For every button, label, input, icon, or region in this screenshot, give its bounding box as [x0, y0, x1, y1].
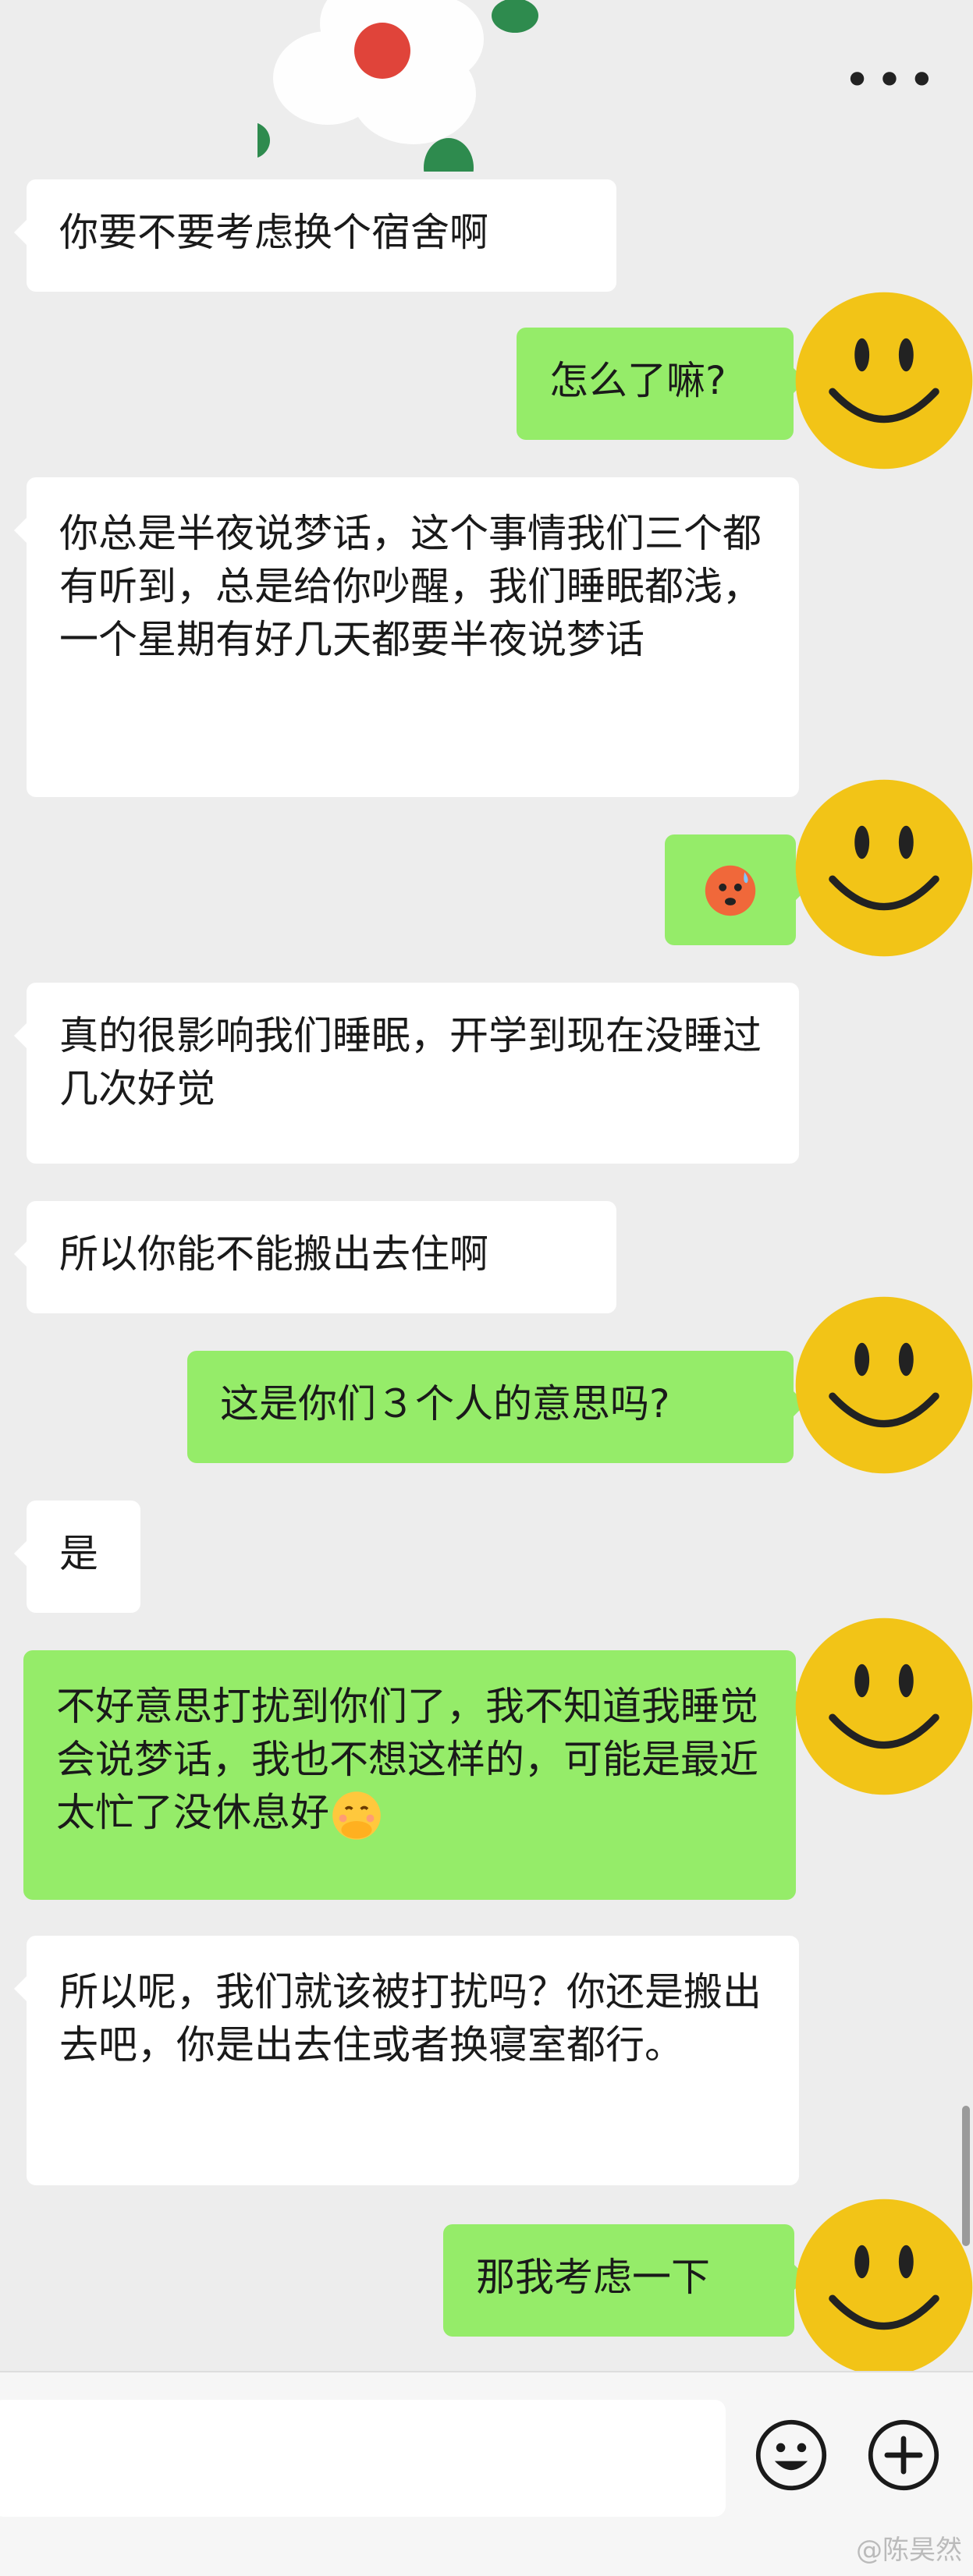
- message-sent-emoji: [665, 834, 808, 945]
- more-options-icon[interactable]: •••: [843, 53, 940, 108]
- smiley-icon[interactable]: [754, 2418, 829, 2493]
- smiley-avatar-icon[interactable]: [792, 1293, 973, 1477]
- message-sent: 不好意思打扰到你们了，我不知道我睡觉会说梦话，我也不想这样的，可能是最近太忙了没…: [23, 1650, 808, 1900]
- message-text: 你要不要考虑换个宿舍啊: [59, 210, 488, 255]
- message-input[interactable]: [0, 2400, 726, 2517]
- message-received: 你要不要考虑换个宿舍啊: [14, 179, 616, 292]
- message-received: 所以呢，我们就该被打扰吗？你还是搬出去吧，你是出去住或者换寝室都行。: [14, 1936, 799, 2185]
- message-text: 不好意思打扰到你们了，我不知道我睡觉会说梦话，我也不想这样的，可能是最近太忙了没…: [56, 1684, 758, 1835]
- message-text: 所以你能不能搬出去住啊: [59, 1231, 488, 1277]
- message-text: 这是你们３个人的意思吗?: [220, 1381, 670, 1426]
- message-received: 所以你能不能搬出去住啊: [14, 1201, 616, 1313]
- message-sent: 那我考虑一下: [443, 2224, 807, 2337]
- smiley-avatar-icon[interactable]: [792, 2195, 973, 2379]
- message-text: 怎么了嘛?: [549, 358, 726, 403]
- smiley-avatar-icon[interactable]: [792, 289, 973, 473]
- smiley-avatar-icon[interactable]: [792, 1614, 973, 1798]
- message-text: 你总是半夜说梦话，这个事情我们三个都有听到，总是给你吵醒，我们睡眠都浅，一个星期…: [59, 511, 762, 662]
- message-received: 真的很影响我们睡眠，开学到现在没睡过几次好觉: [14, 983, 799, 1164]
- flower-decoration: [257, 0, 538, 172]
- message-text: 真的很影响我们睡眠，开学到现在没睡过几次好觉: [59, 1013, 762, 1111]
- anxious-sweat-face-emoji: [705, 865, 756, 916]
- message-received: 你总是半夜说梦话，这个事情我们三个都有听到，总是给你吵醒，我们睡眠都浅，一个星期…: [14, 477, 799, 797]
- message-text: 所以呢，我们就该被打扰吗？你还是搬出去吧，你是出去住或者换寝室都行。: [59, 1969, 762, 2068]
- message-received: 是: [14, 1501, 140, 1613]
- plus-circle-icon[interactable]: [866, 2418, 941, 2493]
- hand-over-mouth-emoji: [332, 1791, 381, 1840]
- input-bar: @陈昊然: [0, 2371, 973, 2576]
- message-text: 是: [59, 1531, 98, 1576]
- smiley-avatar-icon[interactable]: [792, 776, 973, 960]
- message-text: 那我考虑一下: [476, 2255, 710, 2300]
- message-sent: 这是你们３个人的意思吗?: [187, 1351, 806, 1463]
- scrollbar[interactable]: [962, 2106, 970, 2246]
- message-sent: 怎么了嘛?: [517, 328, 806, 440]
- watermark: @陈昊然: [856, 2535, 962, 2566]
